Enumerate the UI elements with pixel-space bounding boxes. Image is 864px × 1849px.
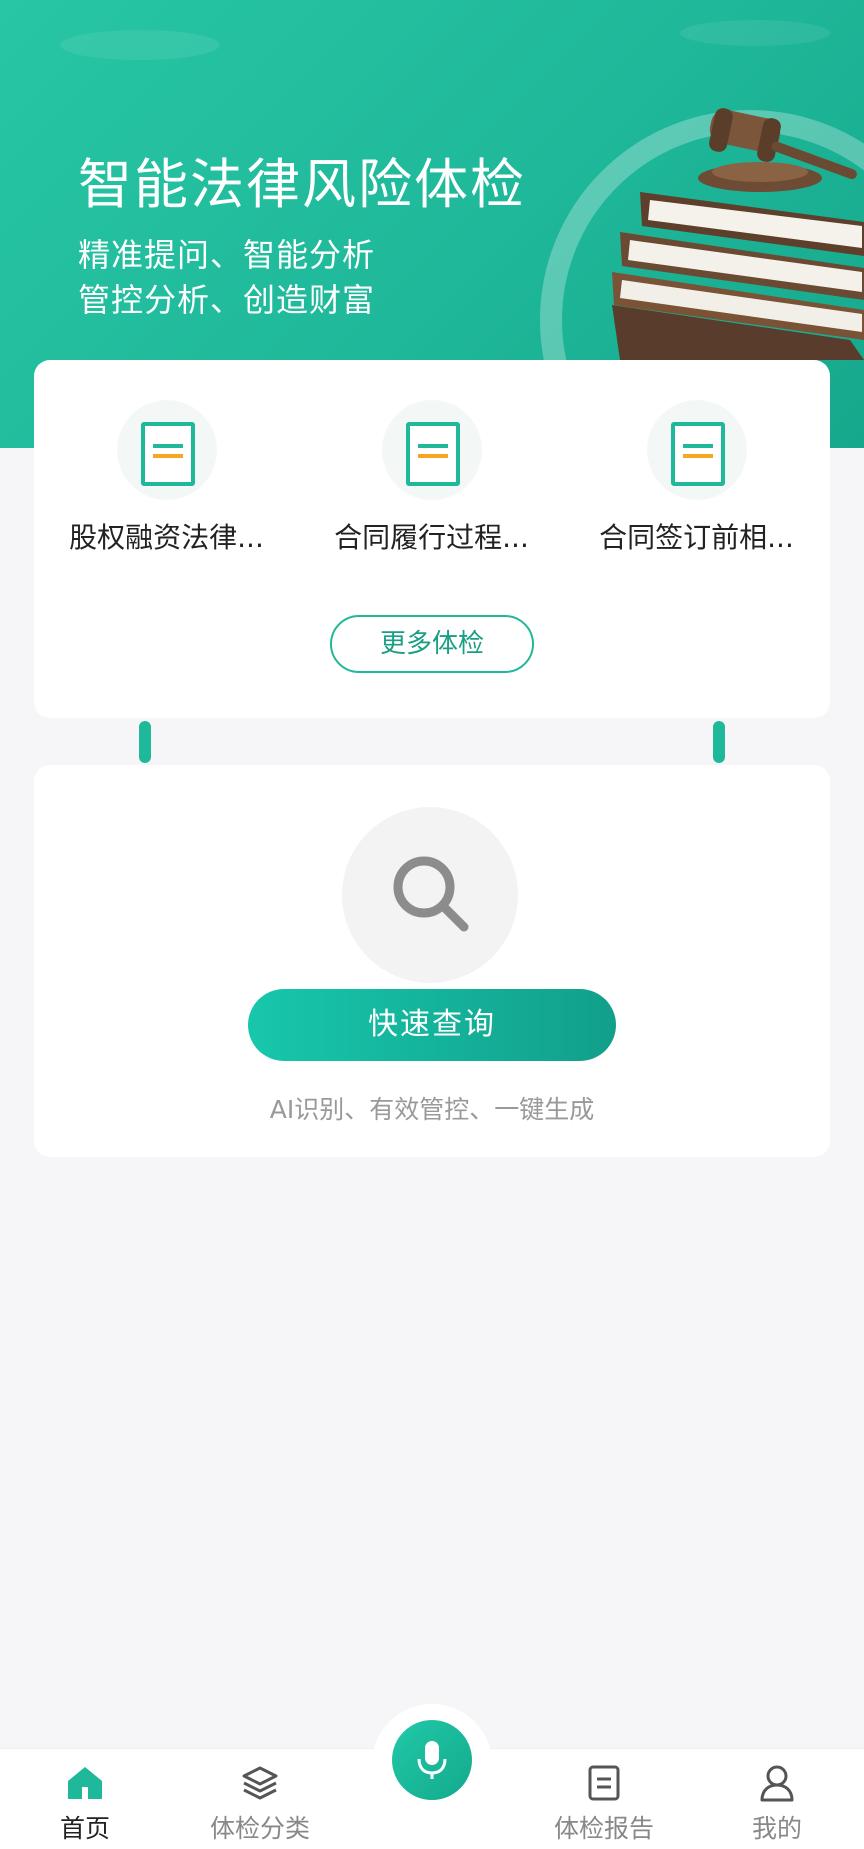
checkup-item-label: 股权融资法律...	[69, 521, 264, 554]
voice-button-wrap	[372, 1704, 492, 1824]
report-icon	[529, 1763, 679, 1803]
tab-profile[interactable]: 我的	[702, 1763, 852, 1845]
quick-query-card: 快速查询 AI识别、有效管控、一键生成	[34, 765, 830, 1157]
cloud-decoration	[680, 20, 830, 46]
checkup-item[interactable]: 合同履行过程...	[299, 400, 564, 556]
checkup-item[interactable]: 股权融资法律...	[34, 400, 299, 556]
tab-reports[interactable]: 体检报告	[529, 1763, 679, 1845]
document-icon	[381, 400, 482, 500]
layers-icon	[185, 1763, 335, 1803]
tab-reports-label: 体检报告	[553, 1814, 654, 1843]
cloud-decoration	[60, 30, 220, 60]
quick-query-tagline: AI识别、有效管控、一键生成	[269, 1095, 595, 1124]
checkup-item-label: 合同签订前相...	[599, 521, 794, 554]
connector-pin	[139, 721, 151, 763]
hero-subtitle-line2: 管控分析、创造财富	[78, 281, 376, 319]
checkup-card: 股权融资法律... 合同履行过程... 合同签订前相... 更多体检	[34, 360, 830, 718]
connector-pin	[713, 721, 725, 763]
tab-categories[interactable]: 体检分类	[185, 1763, 335, 1845]
home-icon	[10, 1763, 160, 1803]
tab-home-label: 首页	[59, 1814, 110, 1843]
quick-query-button[interactable]: 快速查询	[248, 989, 616, 1061]
more-checkups-button[interactable]: 更多体检	[330, 615, 534, 673]
tab-home[interactable]: 首页	[10, 1763, 160, 1845]
document-icon	[646, 400, 747, 500]
user-icon	[702, 1763, 852, 1803]
tab-profile-label: 我的	[751, 1814, 802, 1843]
hero-title: 智能法律风险体检	[78, 153, 526, 216]
checkup-item[interactable]: 合同签订前相...	[564, 400, 829, 556]
search-icon[interactable]	[342, 807, 518, 983]
hero-subtitle-line1: 精准提问、智能分析	[78, 236, 376, 274]
books-gavel-illustration	[612, 108, 864, 360]
checkup-item-label: 合同履行过程...	[334, 521, 529, 554]
tab-categories-label: 体检分类	[209, 1814, 310, 1843]
document-icon	[116, 400, 217, 500]
microphone-icon[interactable]	[392, 1720, 472, 1800]
